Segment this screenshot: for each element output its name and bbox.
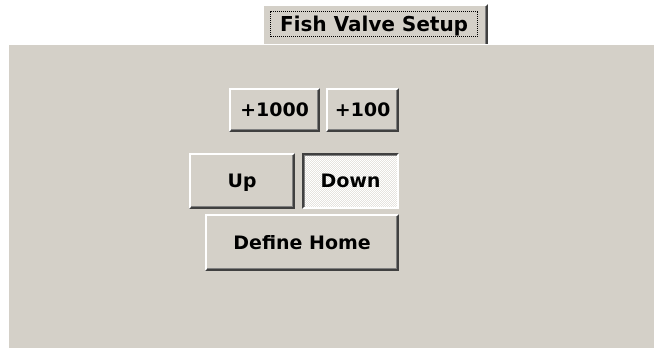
tab-fish-valve-setup[interactable]: Fish Valve Setup xyxy=(262,4,488,44)
tab-label: Fish Valve Setup xyxy=(270,11,478,37)
plus-1000-button[interactable]: +1000 xyxy=(229,88,320,132)
define-home-button[interactable]: Define Home xyxy=(205,214,399,271)
up-button[interactable]: Up xyxy=(189,153,295,209)
down-button[interactable]: Down xyxy=(302,153,399,209)
plus-100-button[interactable]: +100 xyxy=(326,88,399,132)
